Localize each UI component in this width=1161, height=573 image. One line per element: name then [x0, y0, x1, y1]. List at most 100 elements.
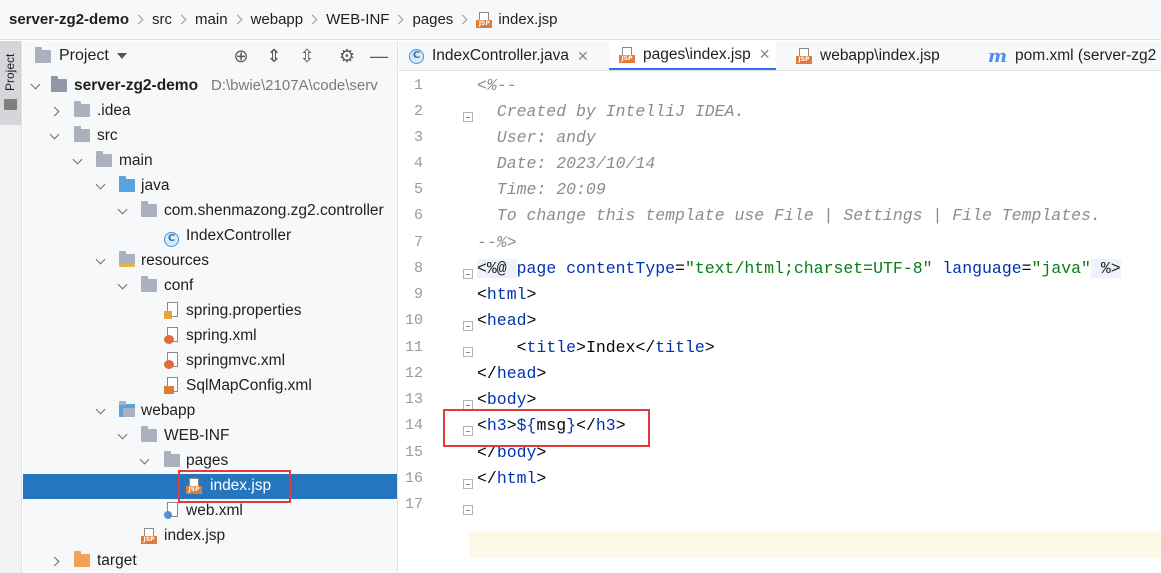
tree-item-label: src — [97, 127, 118, 144]
spring-xml-icon — [164, 352, 180, 374]
tree-item-idea[interactable]: .idea — [23, 99, 397, 124]
chevron-down-icon[interactable] — [117, 204, 128, 215]
breadcrumb-item[interactable]: pages — [412, 11, 453, 28]
breadcrumb-item[interactable]: src — [152, 11, 172, 28]
chevron-down-icon[interactable] — [139, 454, 150, 465]
chevron-down-icon[interactable] — [95, 179, 106, 190]
close-icon[interactable]: ✕ — [759, 46, 771, 63]
breadcrumb-item[interactable]: main — [195, 11, 228, 28]
chevron-down-icon[interactable] — [116, 53, 127, 59]
code-line-5[interactable]: Time: 20:09 — [477, 180, 606, 199]
tree-item-indexcontroller[interactable]: C IndexController — [23, 224, 397, 249]
chevron-down-icon[interactable] — [72, 154, 83, 165]
chevron-down-icon[interactable] — [95, 404, 106, 415]
tab-pom-xml[interactable]: m pom.xml (server-zg2 — [988, 41, 1157, 70]
tab-indexcontroller-java[interactable]: C IndexController.java ✕ — [409, 41, 589, 70]
jsp-file-icon: JSP — [619, 46, 635, 63]
tree-item-main[interactable]: main — [23, 149, 397, 174]
tree-item-label: conf — [164, 277, 194, 294]
code-line-3[interactable]: User: andy — [477, 128, 596, 147]
fold-marker-icon[interactable] — [463, 321, 473, 331]
tab-label: pom.xml (server-zg2 — [1015, 47, 1157, 64]
tag-bracket: < — [477, 285, 487, 304]
line-number-gutter: 1 2 3 4 5 6 7 8 9 10 11 12 13 14 15 16 1… — [399, 72, 473, 573]
code-line-10[interactable]: <head> — [477, 311, 536, 330]
code-line-4[interactable]: Date: 2023/10/14 — [477, 154, 655, 173]
tab-webapp-index-jsp[interactable]: JSP webapp\index.jsp — [796, 41, 940, 70]
excluded-folder-icon — [74, 551, 90, 572]
code-line-16[interactable]: </html> — [477, 469, 546, 488]
folder-icon — [4, 99, 17, 110]
tree-item-package[interactable]: com.shenmazong.zg2.controller — [23, 199, 397, 224]
hide-panel-icon[interactable]: — — [369, 46, 389, 66]
code-line-8[interactable]: <%@ page contentType="text/html;charset=… — [477, 259, 1121, 278]
spring-xml-icon — [164, 327, 180, 349]
tree-item-webapp[interactable]: webapp — [23, 399, 397, 424]
breadcrumb: server-zg2-demo src main webapp WEB-INF … — [0, 0, 1161, 40]
tag-bracket: < — [477, 311, 487, 330]
line-number: 10 — [404, 312, 423, 329]
project-view-selector[interactable]: Project — [59, 47, 109, 65]
tree-item-webapp-index-jsp[interactable]: JSP index.jsp — [23, 524, 397, 549]
chevron-right-icon[interactable] — [49, 556, 60, 567]
tab-pages-index-jsp[interactable]: JSP pages\index.jsp ✕ — [609, 41, 777, 70]
tree-item-resources[interactable]: resources — [23, 249, 397, 274]
properties-file-icon — [164, 302, 180, 324]
breadcrumb-item[interactable]: index.jsp — [498, 11, 557, 28]
folder-icon — [35, 46, 51, 63]
chevron-right-icon[interactable] — [49, 106, 60, 117]
current-line-highlight — [399, 532, 1161, 558]
project-tool-window-button[interactable]: Project — [0, 41, 21, 125]
tree-item-web-xml[interactable]: web.xml — [23, 499, 397, 524]
line-number: 8 — [413, 260, 423, 277]
chevron-down-icon[interactable] — [95, 254, 106, 265]
fold-marker-icon[interactable] — [463, 479, 473, 489]
fold-marker-icon[interactable] — [463, 112, 473, 122]
collapse-all-icon[interactable]: ⇳ — [297, 46, 317, 66]
line-number: 14 — [404, 417, 423, 434]
tree-item-spring-xml[interactable]: spring.xml — [23, 324, 397, 349]
package-icon — [141, 201, 157, 222]
tree-item-target[interactable]: target — [23, 549, 397, 573]
code-line-2[interactable]: Created by IntelliJ IDEA. — [477, 102, 745, 121]
line-number: 1 — [413, 77, 423, 94]
tree-item-spring-properties[interactable]: spring.properties — [23, 299, 397, 324]
chevron-down-icon[interactable] — [49, 129, 60, 140]
expand-all-icon[interactable]: ⇕ — [264, 46, 284, 66]
fold-marker-icon[interactable] — [463, 347, 473, 357]
tag-text: Index — [585, 338, 636, 357]
code-line-6[interactable]: To change this template use File | Setti… — [477, 206, 1101, 225]
tree-item-springmvc-xml[interactable]: springmvc.xml — [23, 349, 397, 374]
breadcrumb-item[interactable]: webapp — [251, 11, 304, 28]
code-line-11[interactable]: <title>Index</title> — [477, 338, 715, 357]
tree-item-conf[interactable]: conf — [23, 274, 397, 299]
tree-item-sqlmapconfig-xml[interactable]: SqlMapConfig.xml — [23, 374, 397, 399]
tree-item-web-inf[interactable]: WEB-INF — [23, 424, 397, 449]
breadcrumb-item[interactable]: server-zg2-demo — [9, 11, 129, 28]
code-line-7[interactable]: --%> — [477, 233, 517, 252]
code-line-9[interactable]: <html> — [477, 285, 536, 304]
close-icon[interactable]: ✕ — [577, 48, 589, 65]
tree-item-label: pages — [186, 452, 229, 469]
chevron-down-icon[interactable] — [30, 79, 41, 90]
code-line-12[interactable]: </head> — [477, 364, 546, 383]
code-line-1[interactable]: <%-- — [477, 76, 517, 95]
tag-bracket: < — [516, 338, 527, 357]
breadcrumb-item[interactable]: WEB-INF — [326, 11, 389, 28]
tool-window-strip: Project — [0, 41, 22, 573]
code-line-13[interactable]: <body> — [477, 390, 536, 409]
tree-item-src[interactable]: src — [23, 124, 397, 149]
tag-bracket: > — [576, 338, 586, 357]
tree-item-server-zg2-demo[interactable]: server-zg2-demo D:\bwie\2107A\code\serv — [23, 74, 397, 99]
chevron-down-icon[interactable] — [117, 429, 128, 440]
tag-name: head — [496, 364, 537, 383]
fold-marker-icon[interactable] — [463, 505, 473, 515]
tree-item-label: index.jsp — [164, 527, 226, 544]
chevron-down-icon[interactable] — [117, 279, 128, 290]
tree-item-java[interactable]: java — [23, 174, 397, 199]
gear-icon[interactable]: ⚙ — [337, 46, 357, 66]
tag-name: title — [655, 338, 705, 357]
chevron-right-icon — [232, 14, 243, 25]
fold-marker-icon[interactable] — [463, 269, 473, 279]
locate-icon[interactable]: ⊕ — [231, 46, 251, 66]
